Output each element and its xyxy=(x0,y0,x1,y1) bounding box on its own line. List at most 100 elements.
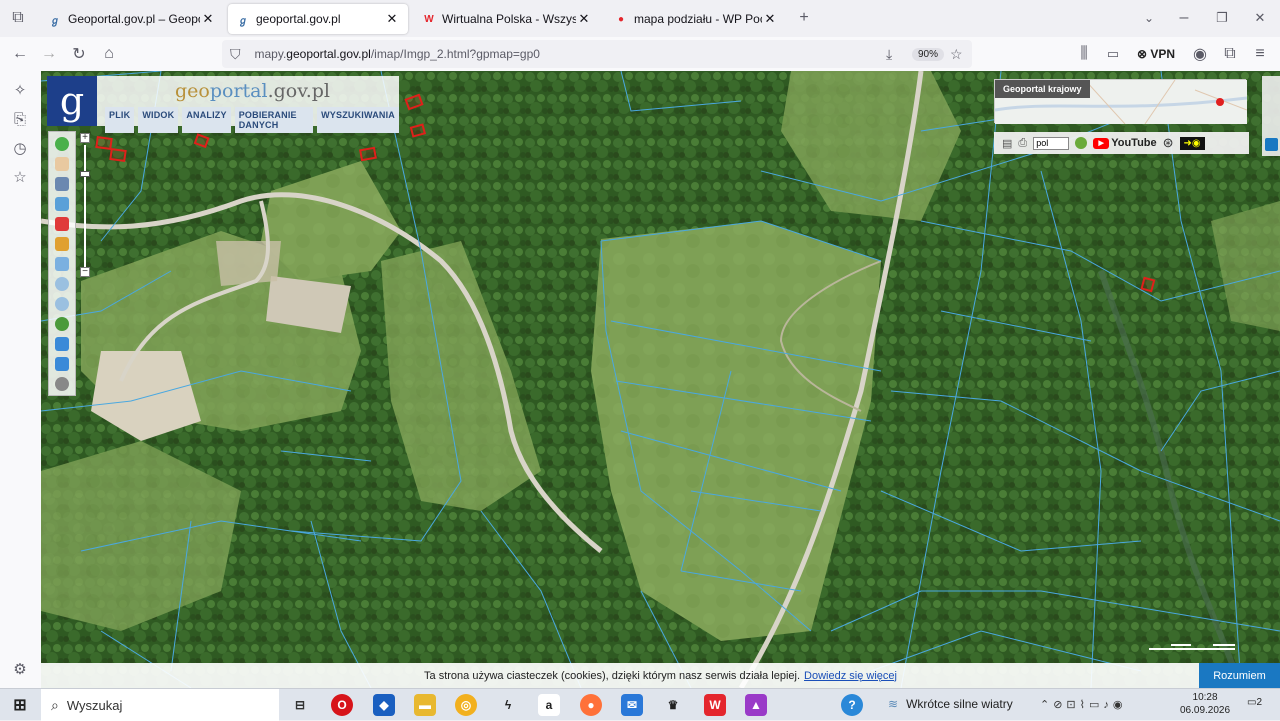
menu-analizy[interactable]: ANALIZY xyxy=(182,107,231,133)
close-icon[interactable]: ✕ xyxy=(384,11,400,27)
eye-visibility-icon[interactable] xyxy=(1265,138,1278,151)
tab-title: Geoportal.gov.pl – Geoportal In xyxy=(68,12,200,26)
amazon-icon[interactable]: a xyxy=(538,694,560,716)
home-icon[interactable]: ⌂ xyxy=(97,42,121,66)
task-view-icon[interactable]: ⊟ xyxy=(289,694,311,716)
dropbox-icon[interactable]: ◆ xyxy=(373,694,395,716)
windows-start-icon[interactable]: ⊞ xyxy=(9,694,31,716)
pan-hand-icon[interactable] xyxy=(55,157,69,171)
globe-icon[interactable] xyxy=(55,317,69,331)
new-tab-icon[interactable]: + xyxy=(792,6,816,30)
arrow-right-icon[interactable] xyxy=(55,357,69,371)
printer-icon[interactable]: ⎙ xyxy=(1018,137,1027,150)
map-viewport[interactable]: g geoportal.gov.pl PLIK WIDOK ANALIZY PO… xyxy=(41,71,1280,688)
menu-icon[interactable]: ≡ xyxy=(1248,42,1272,66)
zoom-handle[interactable] xyxy=(80,171,90,177)
eagle-emblem-icon[interactable]: ♛ xyxy=(662,694,684,716)
firefox-icon[interactable]: ● xyxy=(580,694,602,716)
tab-geoportal-map[interactable]: ℊ geoportal.gov.pl ✕ xyxy=(228,4,408,34)
bookmarks-icon[interactable]: ☆ xyxy=(9,166,31,188)
address-bar[interactable]: ⛉ mapy. geoportal.gov.pl/imap/Imgp_2.html… xyxy=(222,40,972,68)
arrow-left-icon[interactable] xyxy=(55,337,69,351)
youtube-label: YouTube xyxy=(1111,137,1157,149)
print-list-icon[interactable]: ▤ xyxy=(1002,137,1012,150)
menu-wyszukiwania[interactable]: WYSZUKIWANIA xyxy=(317,107,399,133)
tab-overview-icon[interactable]: ⧉ xyxy=(6,6,30,30)
tab-wp-poczta[interactable]: ● mapa podziału - WP Poczta ✕ xyxy=(606,4,786,34)
ai-sparkle-icon[interactable]: ✧ xyxy=(9,79,31,101)
system-tray[interactable]: ⌃⊘⊡⌇▭♪◉ xyxy=(1040,698,1127,711)
tab-geoportal-info[interactable]: ℊ Geoportal.gov.pl – Geoportal In ✕ xyxy=(40,4,224,34)
reload-icon[interactable]: ↻ xyxy=(67,42,91,66)
language-select[interactable]: pol xyxy=(1033,136,1070,150)
geoportal-logo-icon[interactable]: g xyxy=(47,76,97,126)
opera-icon[interactable]: O xyxy=(331,694,353,716)
back-icon[interactable]: ← xyxy=(8,42,32,66)
url-path: /imap/Imgp_2.html?gpmap=gp0 xyxy=(370,47,540,61)
menu-plik[interactable]: PLIK xyxy=(105,107,135,133)
accessibility-icon[interactable]: ⊛ xyxy=(1163,135,1174,151)
xyz-coordinates-icon[interactable] xyxy=(55,257,69,271)
cookie-accept-button[interactable]: Rozumiem xyxy=(1199,663,1280,688)
bolt-icon[interactable]: ϟ xyxy=(497,694,519,716)
download-icon[interactable]: ⤓ xyxy=(886,46,892,63)
zoom-plus-button[interactable]: + xyxy=(80,133,90,143)
pencil-icon[interactable] xyxy=(55,237,69,251)
legend-icon[interactable] xyxy=(55,177,69,191)
chrome-like-icon[interactable]: ◎ xyxy=(455,694,477,716)
close-icon[interactable]: ✕ xyxy=(762,11,778,27)
zoom-out-icon[interactable] xyxy=(55,297,69,311)
help-app-icon[interactable]: ? xyxy=(841,694,863,716)
settings-gear-icon[interactable]: ⚙ xyxy=(9,658,31,680)
restore-icon[interactable]: ❐ xyxy=(1210,6,1234,30)
menu-pobieranie-danych[interactable]: POBIERANIE DANYCH xyxy=(234,107,314,133)
windows-taskbar: ⊞ ⌕ Wyszukaj ⊟ O ◆ ▬ ◎ ϟ a ● ✉ ♛ W ▲ ? ≋… xyxy=(0,688,1280,721)
help-icon[interactable] xyxy=(1075,137,1088,149)
chevron-down-icon[interactable]: ⌄ xyxy=(1137,6,1161,30)
overview-label: Geoportal krajowy xyxy=(995,80,1090,98)
zoom-minus-button[interactable]: − xyxy=(80,267,90,277)
close-icon[interactable]: ✕ xyxy=(200,11,216,27)
select-area-icon[interactable] xyxy=(55,197,69,211)
info-icon[interactable] xyxy=(55,137,69,151)
library-icon[interactable]: ⫼ xyxy=(1072,42,1096,66)
high-contrast-icon[interactable]: ➜◉ xyxy=(1179,136,1205,150)
cookie-learn-more-link[interactable]: Dowiedz się więcej xyxy=(804,670,897,682)
history-icon[interactable]: ◷ xyxy=(9,137,31,159)
weather-widget[interactable]: ≋ Wkrótce silne wiatry xyxy=(888,697,1013,711)
clock[interactable]: 10:28 06.09.2026 xyxy=(1180,691,1230,717)
search-icon: ⌕ xyxy=(51,696,59,713)
clock-date: 06.09.2026 xyxy=(1180,705,1231,716)
file-explorer-icon[interactable]: ▬ xyxy=(414,694,436,716)
alert-favicon: ● xyxy=(617,13,625,25)
tab-wp[interactable]: W Wirtualna Polska - Wszystko co ✕ xyxy=(414,4,600,34)
wp-app-icon[interactable]: W xyxy=(704,694,726,716)
notifications-badge[interactable]: ▭2 xyxy=(1244,697,1262,713)
overview-map[interactable]: Geoportal krajowy xyxy=(994,79,1247,124)
menu-widok[interactable]: WIDOK xyxy=(138,107,179,133)
zoom-level[interactable]: 90% xyxy=(912,47,945,61)
paint-app-icon[interactable]: ▲ xyxy=(745,694,767,716)
right-tools-row: ▤ ⎙ pol ▶ YouTube ⊛ ➜◉ xyxy=(994,132,1249,154)
youtube-link[interactable]: ▶ YouTube xyxy=(1093,137,1157,149)
extensions-icon[interactable]: ⧉ xyxy=(1218,42,1242,66)
zoom-slider[interactable]: + − xyxy=(78,131,92,281)
tab-title: mapa podziału - WP Poczta xyxy=(634,12,762,26)
full-extent-icon[interactable] xyxy=(55,377,69,391)
zoom-in-icon[interactable] xyxy=(55,277,69,291)
synced-tabs-icon[interactable]: ⎘ xyxy=(9,108,31,130)
taskbar-search[interactable]: ⌕ Wyszukaj xyxy=(41,689,279,721)
sidebar-toggle-icon[interactable]: ▭ xyxy=(1101,42,1125,66)
bookmark-star-icon[interactable]: ☆ xyxy=(950,46,963,63)
youtube-play-icon: ▶ xyxy=(1093,137,1110,149)
forward-icon[interactable]: → xyxy=(37,42,61,66)
minimize-icon[interactable]: – xyxy=(1172,6,1196,30)
mail-icon[interactable]: ✉ xyxy=(621,694,643,716)
geoportal-favicon: ℊ xyxy=(50,15,60,27)
delete-layer-icon[interactable] xyxy=(55,217,69,231)
window-close-icon[interactable]: ✕ xyxy=(1248,6,1272,30)
vpn-label: VPN xyxy=(1150,47,1176,61)
vpn-button[interactable]: ⊗ VPN xyxy=(1133,42,1179,66)
account-icon[interactable]: ◉ xyxy=(1188,42,1212,66)
close-icon[interactable]: ✕ xyxy=(576,11,592,27)
